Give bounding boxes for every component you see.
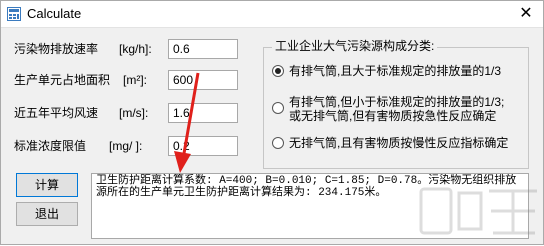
title-bar: Calculate ✕	[1, 1, 543, 28]
wind-speed-label: 近五年平均风速	[14, 106, 99, 120]
close-button[interactable]: ✕	[509, 1, 543, 27]
area-input[interactable]	[168, 70, 238, 90]
emission-rate-unit: [kg/h]:	[119, 42, 152, 56]
watermark-logo	[419, 187, 537, 235]
emission-rate-label: 污染物排放速率	[14, 42, 99, 56]
calculate-button[interactable]: 计算	[16, 173, 78, 197]
option-2-label-line1[interactable]: 有排气筒,但小于标准规定的排放量的1/3;	[289, 95, 504, 109]
standard-limit-unit: [mg/ ]:	[109, 139, 143, 153]
emission-rate-input[interactable]	[168, 39, 238, 59]
calculate-window: Calculate ✕ 污染物排放速率 [kg/h]: 生产单元占地面积 [m²…	[0, 0, 544, 245]
close-icon[interactable]: ✕	[519, 5, 532, 22]
wind-speed-input[interactable]	[168, 103, 238, 123]
wind-speed-unit: [m/s]:	[119, 106, 149, 120]
standard-limit-label: 标准浓度限值	[14, 139, 87, 153]
radio-option-3[interactable]	[272, 137, 284, 149]
standard-limit-input[interactable]	[168, 136, 238, 156]
option-1-label[interactable]: 有排气筒,且大于标准规定的排放量的1/3	[289, 64, 501, 78]
radio-option-1[interactable]	[272, 65, 284, 77]
radio-option-2[interactable]	[272, 102, 284, 114]
window-title: Calculate	[27, 6, 82, 21]
area-label: 生产单元占地面积	[14, 73, 111, 87]
area-unit: [m²]:	[123, 73, 147, 87]
option-3-label[interactable]: 无排气筒,且有害物质按慢性反应指标确定	[289, 136, 508, 150]
group-title: 工业企业大气污染源构成分类:	[272, 38, 438, 54]
exit-button[interactable]: 退出	[16, 202, 78, 226]
app-icon	[7, 7, 21, 21]
option-2-label-line2[interactable]: 或无排气筒,但有害物质按急性反应确定	[289, 109, 496, 123]
